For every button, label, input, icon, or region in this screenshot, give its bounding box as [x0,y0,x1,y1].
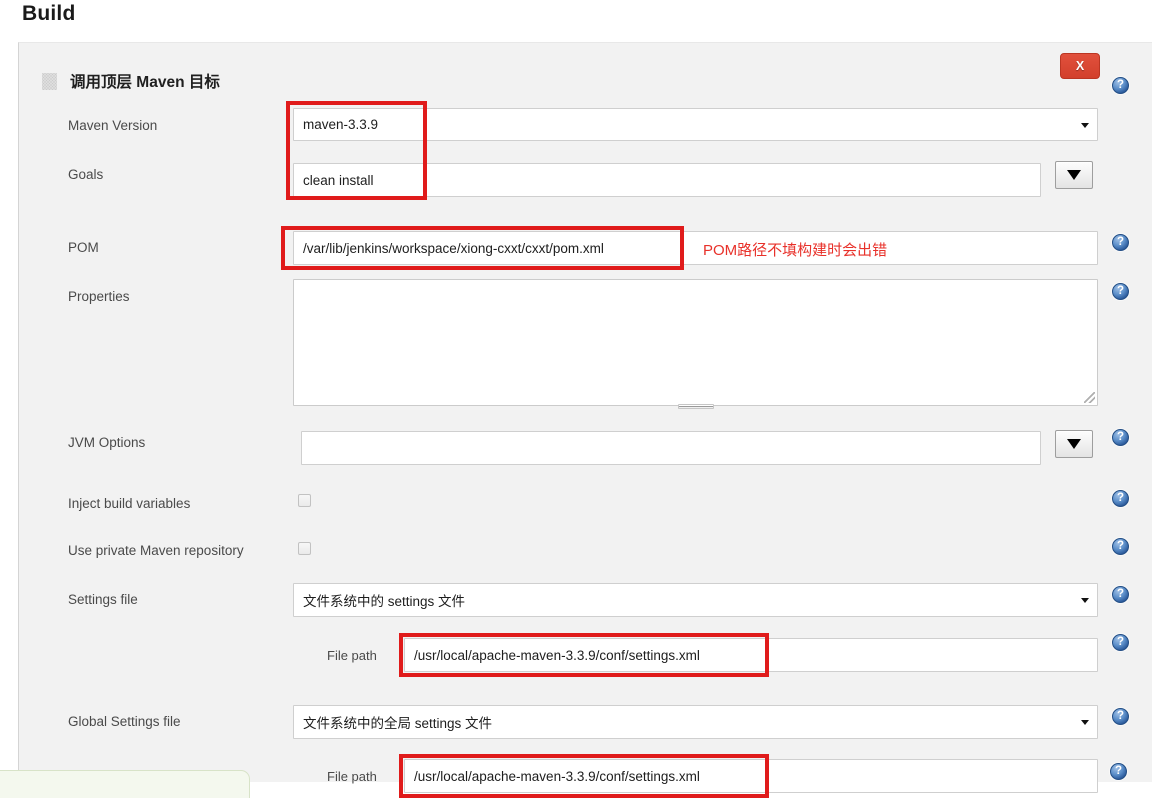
settings-file-select[interactable]: 文件系统中的 settings 文件 [293,583,1098,617]
help-icon-pom[interactable]: ? [1112,234,1129,251]
settings-file-label: Settings file [68,592,138,607]
inject-build-variables-checkbox[interactable] [298,494,311,507]
page-title: Build [22,2,76,25]
use-private-repo-checkbox[interactable] [298,542,311,555]
use-private-repo-label: Use private Maven repository [68,543,244,558]
goals-label: Goals [68,167,104,182]
global-settings-file-path-input[interactable]: /usr/local/apache-maven-3.3.9/conf/setti… [404,759,1098,793]
pom-input[interactable]: /var/lib/jenkins/workspace/xiong-cxxt/cx… [293,231,1098,265]
drag-grip-icon[interactable] [42,72,57,90]
settings-file-path-label: File path [327,648,377,663]
settings-file-path-input[interactable]: /usr/local/apache-maven-3.3.9/conf/setti… [404,638,1098,672]
pom-annotation-note: POM路径不填构建时会出错 [703,242,888,259]
inject-build-variables-label: Inject build variables [68,496,191,511]
properties-drag-handle[interactable] [678,404,714,409]
chevron-down-icon-maven-version [1081,122,1089,128]
pom-value: /var/lib/jenkins/workspace/xiong-cxxt/cx… [303,240,604,256]
triangle-down-icon-goals [1067,170,1081,180]
screenshot-root: Build 调用顶层 Maven 目标 X ? Maven Version ma… [0,0,1152,798]
goals-input[interactable]: clean install [293,163,1041,197]
global-settings-file-label: Global Settings file [68,714,181,729]
global-settings-file-path-label: File path [327,769,377,784]
pom-label: POM [68,240,99,255]
global-settings-file-path-value: /usr/local/apache-maven-3.3.9/conf/setti… [414,768,700,784]
resize-handle-icon-properties[interactable] [1084,392,1095,403]
global-settings-file-value: 文件系统中的全局 settings 文件 [303,716,493,731]
help-icon-properties[interactable]: ? [1112,283,1129,300]
triangle-down-icon-jvm-options [1067,439,1081,449]
help-icon-inject-build-variables[interactable]: ? [1112,490,1129,507]
section-title: 调用顶层 Maven 目标 [70,74,220,91]
chevron-down-icon-settings-file [1081,598,1089,603]
maven-version-select[interactable]: maven-3.3.9 [293,108,1098,141]
properties-textarea[interactable] [293,279,1098,406]
global-settings-file-select[interactable]: 文件系统中的全局 settings 文件 [293,705,1098,739]
maven-version-label: Maven Version [68,118,158,133]
goals-value: clean install [303,172,374,188]
properties-label: Properties [68,289,130,304]
chevron-down-icon-global-settings-file [1081,720,1089,725]
section-header: 调用顶层 Maven 目标 [42,70,220,92]
help-icon-use-private-repo[interactable]: ? [1112,538,1129,555]
jvm-options-dropdown-button[interactable] [1055,430,1093,458]
maven-version-value: maven-3.3.9 [303,117,379,132]
settings-file-path-value: /usr/local/apache-maven-3.3.9/conf/setti… [414,647,700,663]
help-icon-global-settings-file[interactable]: ? [1112,708,1129,725]
goals-dropdown-button[interactable] [1055,161,1093,189]
help-icon-settings-file-path[interactable]: ? [1112,634,1129,651]
help-icon-section[interactable]: ? [1112,77,1129,94]
help-icon-global-settings-file-path[interactable]: ? [1110,763,1127,780]
settings-file-value: 文件系统中的 settings 文件 [303,594,466,609]
bottom-left-panel [0,770,250,798]
delete-build-step-button[interactable]: X [1060,53,1100,79]
help-icon-jvm-options[interactable]: ? [1112,429,1129,446]
help-icon-settings-file[interactable]: ? [1112,586,1129,603]
jvm-options-input[interactable] [301,431,1041,465]
jvm-options-label: JVM Options [68,435,146,450]
